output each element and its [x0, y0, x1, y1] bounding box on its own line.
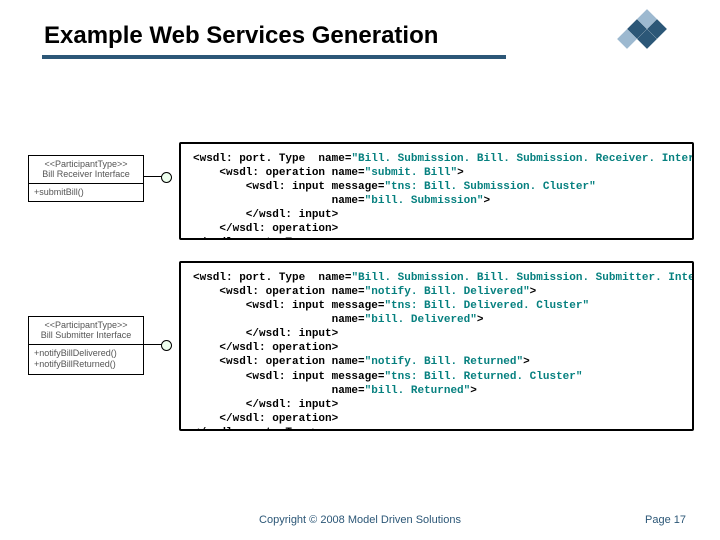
- code-text: >: [457, 167, 464, 179]
- code-string: "tns: Bill. Returned. Cluster": [384, 371, 582, 383]
- code-text: <wsdl: input message=: [193, 181, 384, 193]
- code-text: name=: [193, 314, 365, 326]
- uml-stereotype: <<ParticipantType>>: [34, 159, 138, 169]
- page-title: Example Web Services Generation: [44, 22, 572, 50]
- code-text: >: [483, 195, 490, 207]
- code-text: <wsdl: operation name=: [193, 356, 365, 368]
- wsdl-code-panel-receiver: <wsdl: port. Type name="Bill. Submission…: [179, 142, 694, 240]
- slide-container: Example Web Services Generation <<Partic…: [0, 0, 720, 540]
- code-string: "bill. Submission": [365, 195, 484, 207]
- uml-operation: +submitBill(): [34, 187, 138, 199]
- code-text: </wsdl: port. Type>: [193, 237, 318, 240]
- company-logo: [602, 12, 674, 54]
- code-text: >: [530, 286, 537, 298]
- code-string: "tns: Bill. Delivered. Cluster": [384, 300, 589, 312]
- code-text: <wsdl: operation name=: [193, 286, 365, 298]
- uml-header: <<ParticipantType>> Bill Submitter Inter…: [29, 317, 143, 345]
- uml-box-receiver: <<ParticipantType>> Bill Receiver Interf…: [28, 155, 144, 202]
- code-text: </wsdl: input>: [193, 209, 338, 221]
- code-text: </wsdl: input>: [193, 328, 338, 340]
- uml-body: +submitBill(): [29, 184, 143, 202]
- uml-classname: Bill Submitter Interface: [34, 330, 138, 340]
- code-text: <wsdl: input message=: [193, 371, 384, 383]
- code-string: "Bill. Submission. Bill. Submission. Sub…: [351, 272, 694, 284]
- uml-operation: +notifyBillReturned(): [34, 359, 138, 371]
- code-text: </wsdl: operation>: [193, 413, 338, 425]
- code-string: "Bill. Submission. Bill. Submission. Rec…: [351, 153, 694, 165]
- code-text: </wsdl: operation>: [193, 223, 338, 235]
- title-bar: Example Web Services Generation: [44, 22, 572, 50]
- uml-operation: +notifyBillDelivered(): [34, 348, 138, 360]
- code-text: name=: [193, 385, 365, 397]
- uml-interface-lollipop-icon: [144, 176, 162, 177]
- footer-copyright: Copyright © 2008 Model Driven Solutions: [259, 514, 461, 526]
- code-text: </wsdl: operation>: [193, 342, 338, 354]
- uml-interface-lollipop-icon: [144, 344, 162, 345]
- code-string: "submit. Bill": [365, 167, 457, 179]
- code-text: <wsdl: operation name=: [193, 167, 365, 179]
- code-text: </wsdl: input>: [193, 399, 338, 411]
- code-string: "notify. Bill. Delivered": [365, 286, 530, 298]
- uml-header: <<ParticipantType>> Bill Receiver Interf…: [29, 156, 143, 184]
- code-text: >: [523, 356, 530, 368]
- code-string: "notify. Bill. Returned": [365, 356, 523, 368]
- title-underline: [42, 55, 506, 59]
- uml-body: +notifyBillDelivered() +notifyBillReturn…: [29, 345, 143, 374]
- code-text: <wsdl: port. Type name=: [193, 153, 351, 165]
- code-string: "bill. Returned": [365, 385, 471, 397]
- code-text: <wsdl: port. Type name=: [193, 272, 351, 284]
- code-string: "tns: Bill. Submission. Cluster": [384, 181, 595, 193]
- uml-stereotype: <<ParticipantType>>: [34, 320, 138, 330]
- code-text: >: [477, 314, 484, 326]
- code-text: <wsdl: input message=: [193, 300, 384, 312]
- code-text: name=: [193, 195, 365, 207]
- uml-box-submitter: <<ParticipantType>> Bill Submitter Inter…: [28, 316, 144, 375]
- wsdl-code-panel-submitter: <wsdl: port. Type name="Bill. Submission…: [179, 261, 694, 431]
- footer-page-number: Page 17: [645, 514, 686, 526]
- code-string: "bill. Delivered": [365, 314, 477, 326]
- uml-classname: Bill Receiver Interface: [34, 169, 138, 179]
- code-text: >: [470, 385, 477, 397]
- code-text: </wsdl: port. Type>: [193, 427, 318, 431]
